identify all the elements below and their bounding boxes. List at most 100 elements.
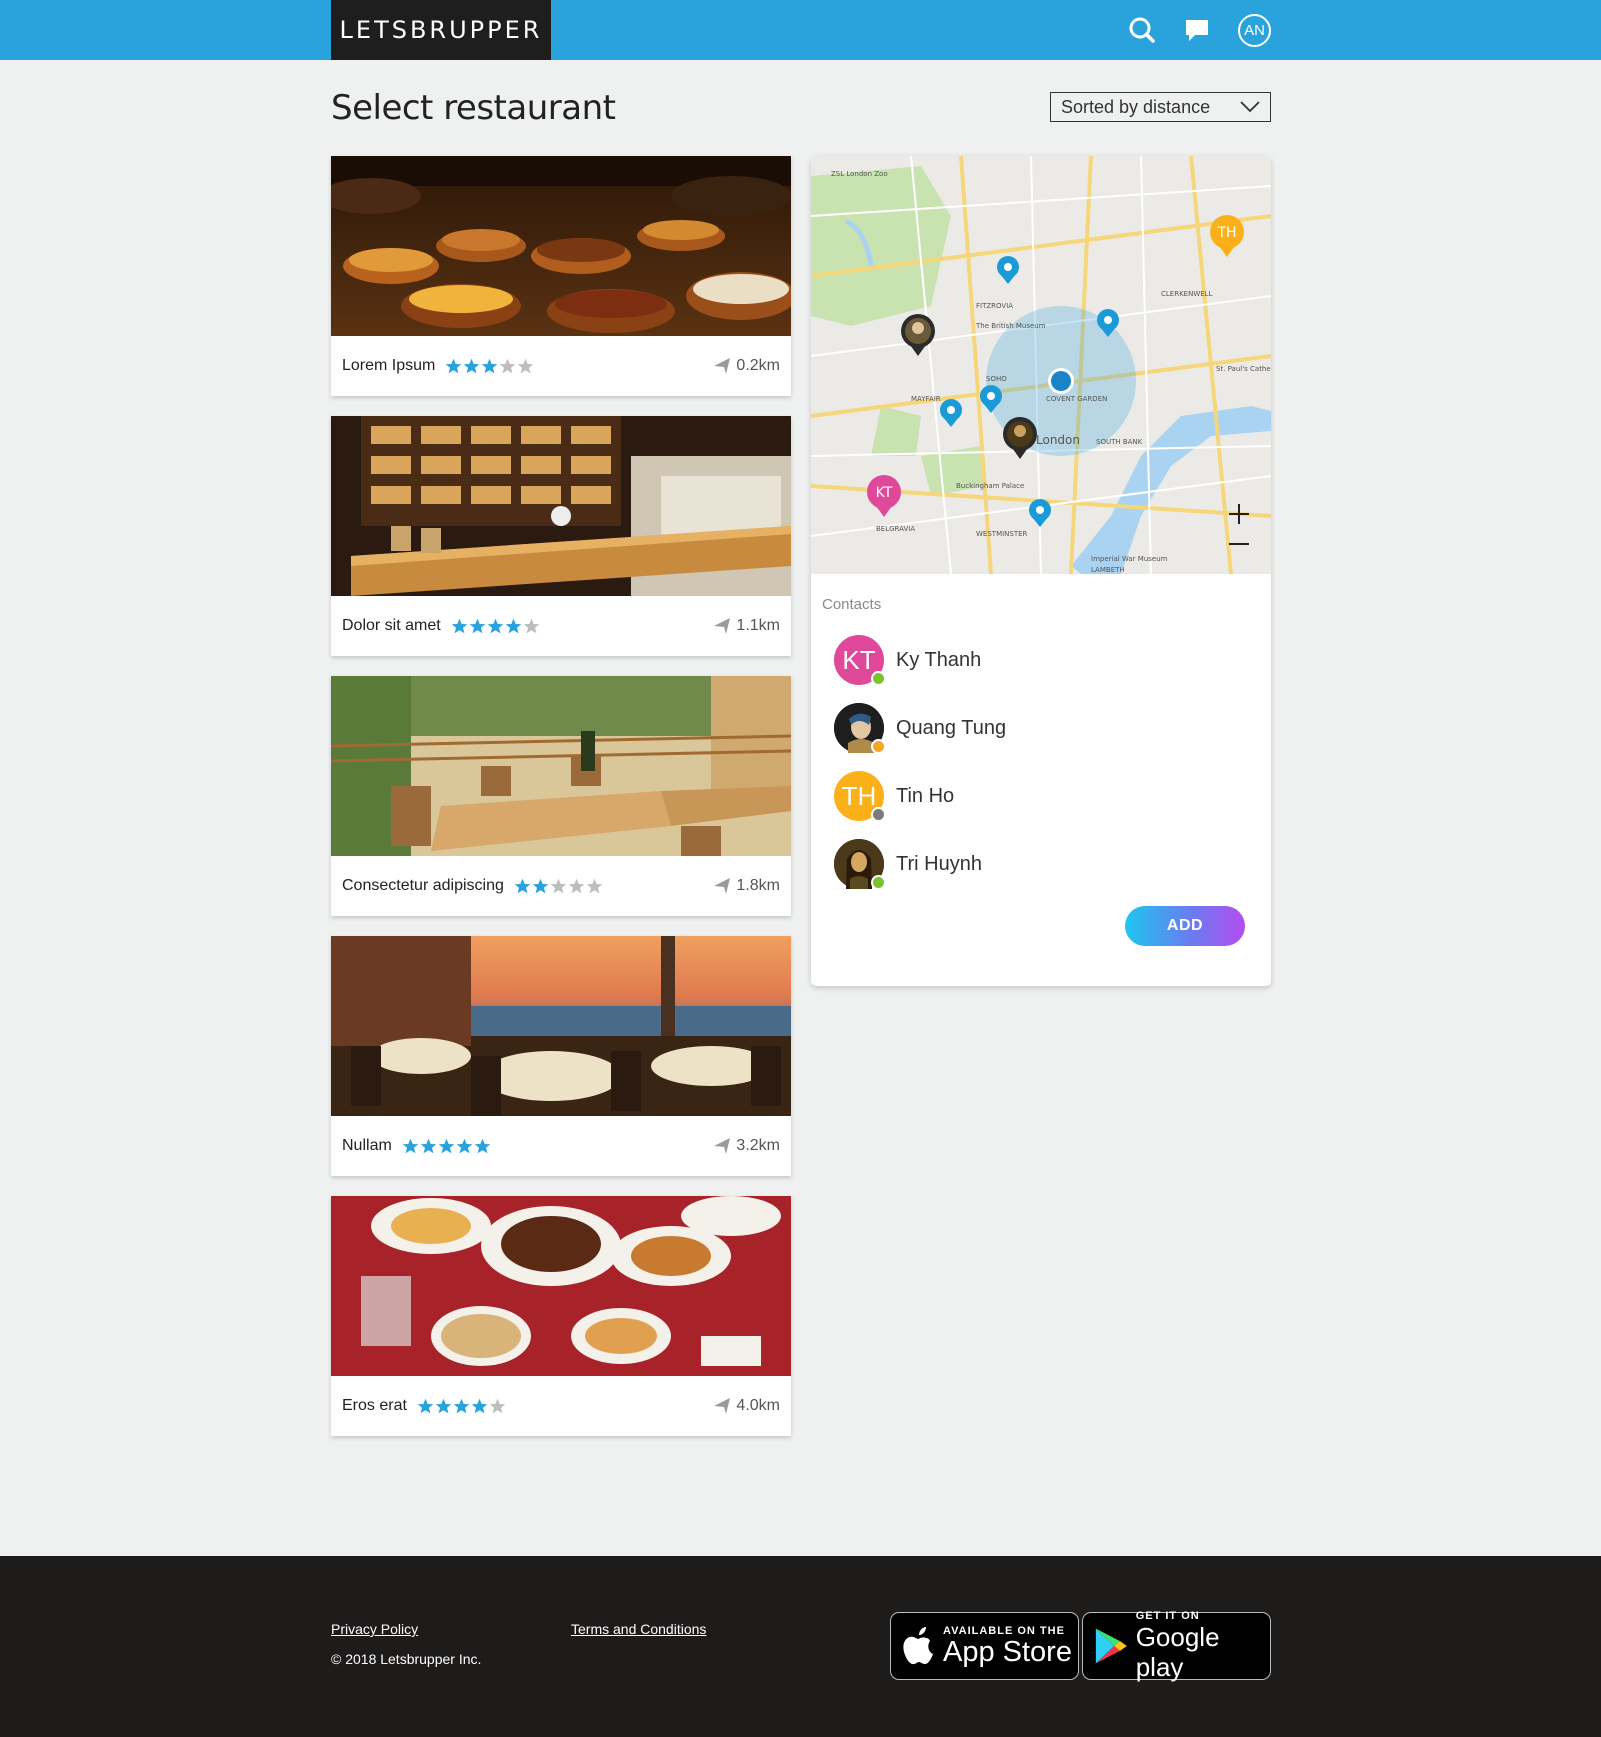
star-filled-icon	[435, 1398, 452, 1413]
google-play-big-text: Google play	[1135, 1622, 1220, 1682]
rating-stars	[445, 358, 534, 375]
copyright-text: © 2018 Letsbrupper Inc.	[331, 1651, 482, 1667]
distance: 1.8km	[713, 877, 780, 895]
map-label: LAMBETH	[1091, 566, 1125, 574]
avatar	[834, 703, 886, 754]
apple-icon	[903, 1627, 933, 1665]
distance-value: 0.2km	[736, 357, 780, 374]
star-filled-icon	[532, 878, 549, 893]
contacts-label: Contacts	[822, 596, 882, 613]
map[interactable]: ZSL London Zoo FITZROVIA The British Mus…	[811, 156, 1271, 575]
star-filled-icon	[514, 878, 531, 893]
online-status-dot	[871, 875, 886, 890]
google-play-icon	[1095, 1628, 1127, 1664]
contact-row[interactable]: Tri Huynh	[834, 838, 1254, 890]
contact-row[interactable]: KT Ky Thanh	[834, 634, 1254, 686]
star-filled-icon	[474, 1138, 491, 1153]
star-empty-icon	[523, 618, 540, 633]
restaurant-card[interactable]: Nullam 3.2km	[331, 936, 791, 1176]
star-empty-icon	[586, 878, 603, 893]
star-filled-icon	[456, 1138, 473, 1153]
map-label: London	[1036, 433, 1080, 447]
avatar: TH	[834, 771, 886, 822]
app-store-badge[interactable]: AVAILABLE ON THE App Store	[890, 1612, 1079, 1680]
map-label: BELGRAVIA	[876, 525, 915, 533]
restaurant-name[interactable]: Lorem Ipsum	[342, 357, 435, 375]
restaurant-card[interactable]: Lorem Ipsum 0.2km	[331, 156, 791, 396]
distance-value: 1.1km	[736, 617, 780, 634]
chat-bubble-icon[interactable]	[1181, 14, 1213, 46]
terms-link[interactable]: Terms and Conditions	[571, 1621, 706, 1637]
top-bar: LETSBRUPPER AN	[0, 0, 1601, 60]
restaurant-card[interactable]: Eros erat 4.0km	[331, 1196, 791, 1436]
star-filled-icon	[453, 1398, 470, 1413]
restaurant-card[interactable]: Consectetur adipiscing 1.8km	[331, 676, 791, 916]
avatar: KT	[834, 635, 886, 686]
logo[interactable]: LETSBRUPPER	[331, 0, 551, 60]
star-filled-icon	[471, 1398, 488, 1413]
google-play-small-text: GET IT ON	[1135, 1610, 1200, 1622]
restaurant-photo	[331, 936, 791, 1116]
star-filled-icon	[438, 1138, 455, 1153]
restaurant-name[interactable]: Consectetur adipiscing	[342, 877, 504, 895]
restaurant-card[interactable]: Dolor sit amet 1.1km	[331, 416, 791, 656]
navigation-arrow-icon	[714, 618, 731, 634]
chevron-down-icon	[1240, 101, 1260, 113]
contact-name: Ky Thanh	[896, 648, 982, 671]
map-label: Imperial War Museum	[1091, 555, 1168, 563]
navigation-arrow-icon	[714, 1398, 731, 1414]
page-title: Select restaurant	[331, 88, 616, 128]
map-label: Buckingham Palace	[956, 482, 1024, 490]
add-button[interactable]: ADD	[1125, 906, 1245, 946]
restaurant-photo	[331, 1196, 791, 1376]
restaurant-photo	[331, 416, 791, 596]
distance: 4.0km	[713, 1397, 780, 1415]
star-empty-icon	[518, 358, 534, 373]
user-avatar-button[interactable]: AN	[1238, 14, 1271, 47]
away-status-dot	[871, 739, 886, 754]
navigation-arrow-icon	[714, 358, 731, 374]
distance: 1.1km	[713, 617, 780, 635]
rating-stars	[451, 618, 540, 635]
star-filled-icon	[487, 618, 504, 633]
star-filled-icon	[469, 618, 486, 633]
restaurant-name[interactable]: Nullam	[342, 1137, 392, 1155]
map-label: WESTMINSTER	[976, 530, 1028, 538]
avatar-initials: TH	[841, 780, 877, 811]
star-filled-icon	[451, 618, 468, 633]
star-filled-icon	[505, 618, 522, 633]
star-empty-icon	[550, 878, 567, 893]
restaurant-photo	[331, 676, 791, 856]
google-play-badge[interactable]: GET IT ON Google play	[1082, 1610, 1271, 1682]
contact-row[interactable]: Quang Tung	[834, 702, 1254, 754]
star-filled-icon	[420, 1138, 437, 1153]
map-label: MAYFAIR	[911, 395, 941, 403]
map-label: St. Paul's Cathedral	[1216, 365, 1271, 373]
sort-dropdown[interactable]: Sorted by distance	[1050, 92, 1271, 122]
map-contacts-panel: ZSL London Zoo FITZROVIA The British Mus…	[811, 156, 1271, 986]
distance-value: 1.8km	[736, 877, 780, 894]
contact-name: Quang Tung	[896, 716, 1007, 739]
avatar	[834, 839, 886, 890]
distance: 3.2km	[713, 1137, 780, 1155]
restaurant-name[interactable]: Eros erat	[342, 1397, 407, 1415]
contact-row[interactable]: TH Tin Ho	[834, 770, 1254, 822]
distance-value: 3.2km	[736, 1137, 780, 1154]
navigation-arrow-icon	[714, 878, 731, 894]
app-store-big-text: App Store	[943, 1636, 1072, 1668]
restaurant-name[interactable]: Dolor sit amet	[342, 617, 441, 635]
avatar-initials: KT	[842, 644, 876, 675]
map-label: The British Museum	[975, 322, 1046, 330]
map-label: SOUTH BANK	[1096, 438, 1143, 446]
map-label: ZSL London Zoo	[831, 170, 888, 178]
rating-stars	[417, 1398, 506, 1415]
footer	[0, 1556, 1601, 1737]
rating-stars	[402, 1138, 491, 1155]
map-label: FITZROVIA	[976, 302, 1013, 310]
star-empty-icon	[568, 878, 585, 893]
distance: 0.2km	[713, 357, 780, 375]
star-filled-icon	[464, 358, 480, 373]
privacy-policy-link[interactable]: Privacy Policy	[331, 1621, 418, 1637]
search-icon[interactable]	[1126, 14, 1158, 46]
online-status-dot	[871, 671, 886, 686]
